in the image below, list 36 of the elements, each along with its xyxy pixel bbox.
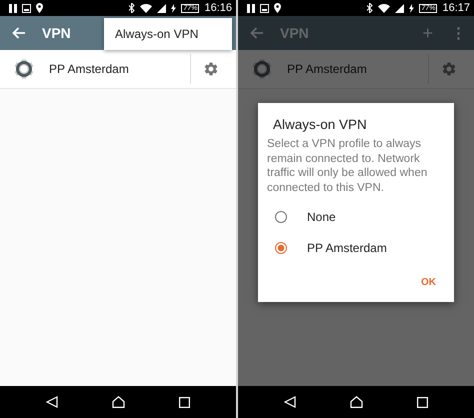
dialog-title: Always-on VPN [272,117,368,132]
back-icon[interactable] [46,396,58,408]
home-icon[interactable] [112,396,125,408]
settings-icon[interactable] [203,61,219,77]
pause-icon [247,4,255,12]
screen-title: VPN [280,25,309,41]
recents-icon[interactable] [179,396,190,408]
recents-icon[interactable] [417,396,428,408]
signal-icon [395,4,404,12]
bluetooth-icon [367,3,374,13]
back-arrow-icon[interactable] [12,27,26,39]
back-icon[interactable] [284,396,296,408]
wifi-icon [140,3,152,13]
screen-title: VPN [42,25,71,41]
option-label[interactable]: PP Amsterdam [307,240,387,254]
home-icon[interactable] [350,396,363,408]
signal-icon [157,4,166,12]
location-pin-icon [36,3,43,13]
image-icon [22,4,31,12]
location-pin-icon [274,3,281,13]
option-label[interactable]: None [307,210,336,224]
charging-icon [409,4,414,12]
bluetooth-icon [129,3,136,13]
back-arrow-icon[interactable] [250,27,264,39]
clock-time: 16:16 [204,2,232,14]
dialog-message: Select a VPN profile to always remain connected to. Network traffic will only be allowed when connected to this VPN. [266,137,428,195]
wifi-icon [378,3,390,13]
clock-time: 16:17 [442,2,470,14]
vpn-profile-icon [12,57,36,81]
vpn-profile-icon [250,57,274,81]
menu-item[interactable]: Always-on VPN [104,18,232,50]
radio-button[interactable] [275,210,287,222]
image-icon [260,4,269,12]
pause-icon [9,4,17,12]
radio-button[interactable] [275,242,287,254]
charging-icon [171,4,176,12]
